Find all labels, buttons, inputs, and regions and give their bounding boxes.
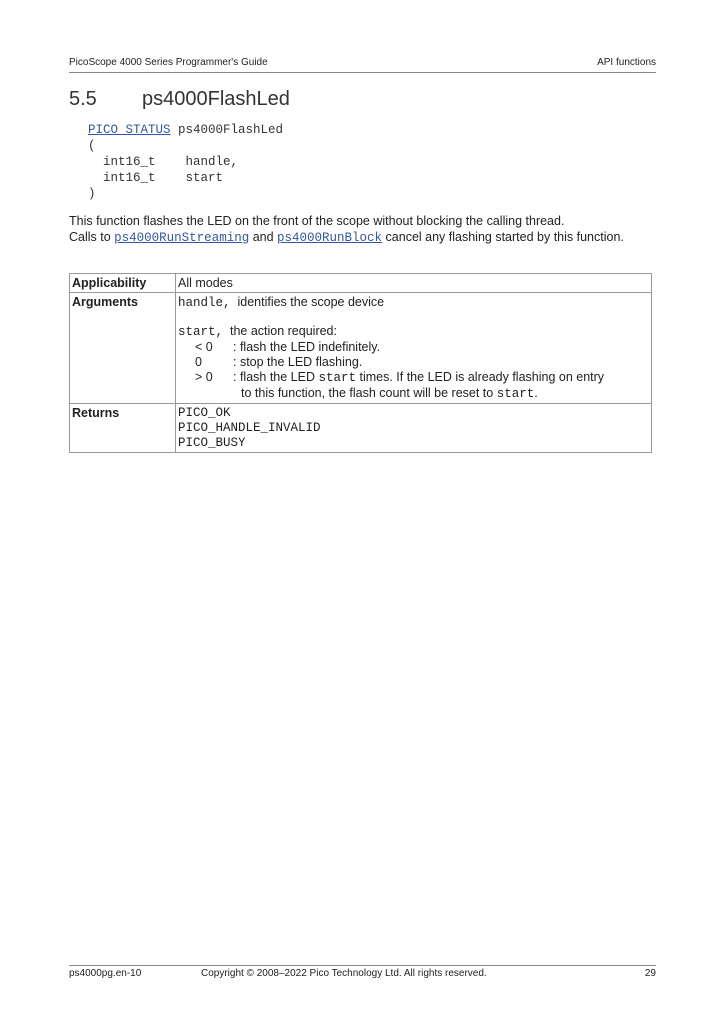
- description-text: and: [252, 229, 274, 244]
- section-title: ps4000FlashLed: [142, 88, 290, 110]
- option-condition: 0: [195, 355, 202, 369]
- option-text: : flash the LED: [233, 370, 315, 384]
- param-type: int16_t: [103, 155, 156, 169]
- table-row: Returns PICO_OK PICO_HANDLE_INVALID PICO…: [69, 403, 652, 453]
- option-code: start: [318, 371, 356, 385]
- run-block-link[interactable]: ps4000RunBlock: [277, 231, 382, 245]
- option-row: < 0 : flash the LED indefinitely.: [178, 340, 649, 355]
- arg-start-name: start,: [178, 325, 224, 339]
- function-signature: PICO_STATUS ps4000FlashLed ( int16_t han…: [88, 122, 283, 202]
- header-title: PicoScope 4000 Series Programmer's Guide: [69, 57, 268, 68]
- open-paren: (: [88, 139, 96, 153]
- returns-label: Returns: [69, 403, 176, 453]
- footer-doc-id: ps4000pg.en-10: [69, 968, 142, 979]
- option-text: : flash the LED indefinitely.: [233, 340, 381, 354]
- returns-cell: PICO_OK PICO_HANDLE_INVALID PICO_BUSY: [175, 403, 652, 453]
- description-text: cancel any flashing started by this func…: [385, 229, 624, 244]
- arg-handle: handle, identifies the scope device: [178, 295, 649, 311]
- return-value: PICO_OK: [178, 406, 231, 420]
- table-row: Applicability All modes: [69, 273, 652, 293]
- function-name: ps4000FlashLed: [178, 123, 284, 137]
- return-value: PICO_HANDLE_INVALID: [178, 421, 321, 435]
- description: This function flashes the LED on the fro…: [69, 214, 659, 246]
- param-type: int16_t: [103, 171, 156, 185]
- footer-copyright: Copyright © 2008–2022 Pico Technology Lt…: [201, 968, 487, 979]
- continuation-text: .: [534, 386, 538, 400]
- applicability-value: All modes: [175, 273, 652, 293]
- return-type-link[interactable]: PICO_STATUS: [88, 123, 171, 137]
- description-line: This function flashes the LED on the fro…: [69, 214, 565, 228]
- arguments-label: Arguments: [69, 292, 176, 404]
- description-text: Calls to: [69, 229, 111, 244]
- option-condition: < 0: [195, 340, 213, 354]
- section-heading: 5.5 ps4000FlashLed: [69, 88, 290, 111]
- continuation-text: to this function, the flash count will b…: [241, 386, 494, 400]
- close-paren: ): [88, 187, 96, 201]
- param-name: handle,: [185, 155, 239, 169]
- option-text: times. If the LED is already flashing on…: [359, 370, 605, 384]
- param-name: start: [185, 171, 224, 185]
- header-section: API functions: [597, 57, 656, 68]
- option-row: 0 : stop the LED flashing.: [178, 355, 649, 370]
- run-streaming-link[interactable]: ps4000RunStreaming: [114, 231, 249, 245]
- return-value: PICO_BUSY: [178, 436, 246, 450]
- api-table: Applicability All modes Arguments handle…: [69, 273, 652, 453]
- page-number: 29: [644, 968, 656, 979]
- applicability-label: Applicability: [69, 273, 176, 293]
- option-condition: > 0: [195, 370, 213, 384]
- option-continuation: to this function, the flash count will b…: [178, 386, 649, 402]
- page-footer: ps4000pg.en-10 Copyright © 2008–2022 Pic…: [69, 965, 656, 982]
- arg-start-desc: the action required:: [229, 324, 337, 338]
- continuation-code: start: [496, 387, 535, 401]
- arguments-cell: handle, identifies the scope device star…: [175, 292, 652, 404]
- page-header: PicoScope 4000 Series Programmer's Guide…: [69, 57, 656, 73]
- section-number: 5.5: [69, 88, 97, 110]
- arg-start: start, the action required:: [178, 324, 649, 340]
- table-row: Arguments handle, identifies the scope d…: [69, 292, 652, 404]
- arg-handle-name: handle,: [178, 296, 231, 310]
- arg-handle-desc: identifies the scope device: [237, 295, 385, 309]
- option-text: : stop the LED flashing.: [233, 355, 363, 369]
- option-row: > 0 : flash the LED start times. If the L…: [178, 370, 649, 386]
